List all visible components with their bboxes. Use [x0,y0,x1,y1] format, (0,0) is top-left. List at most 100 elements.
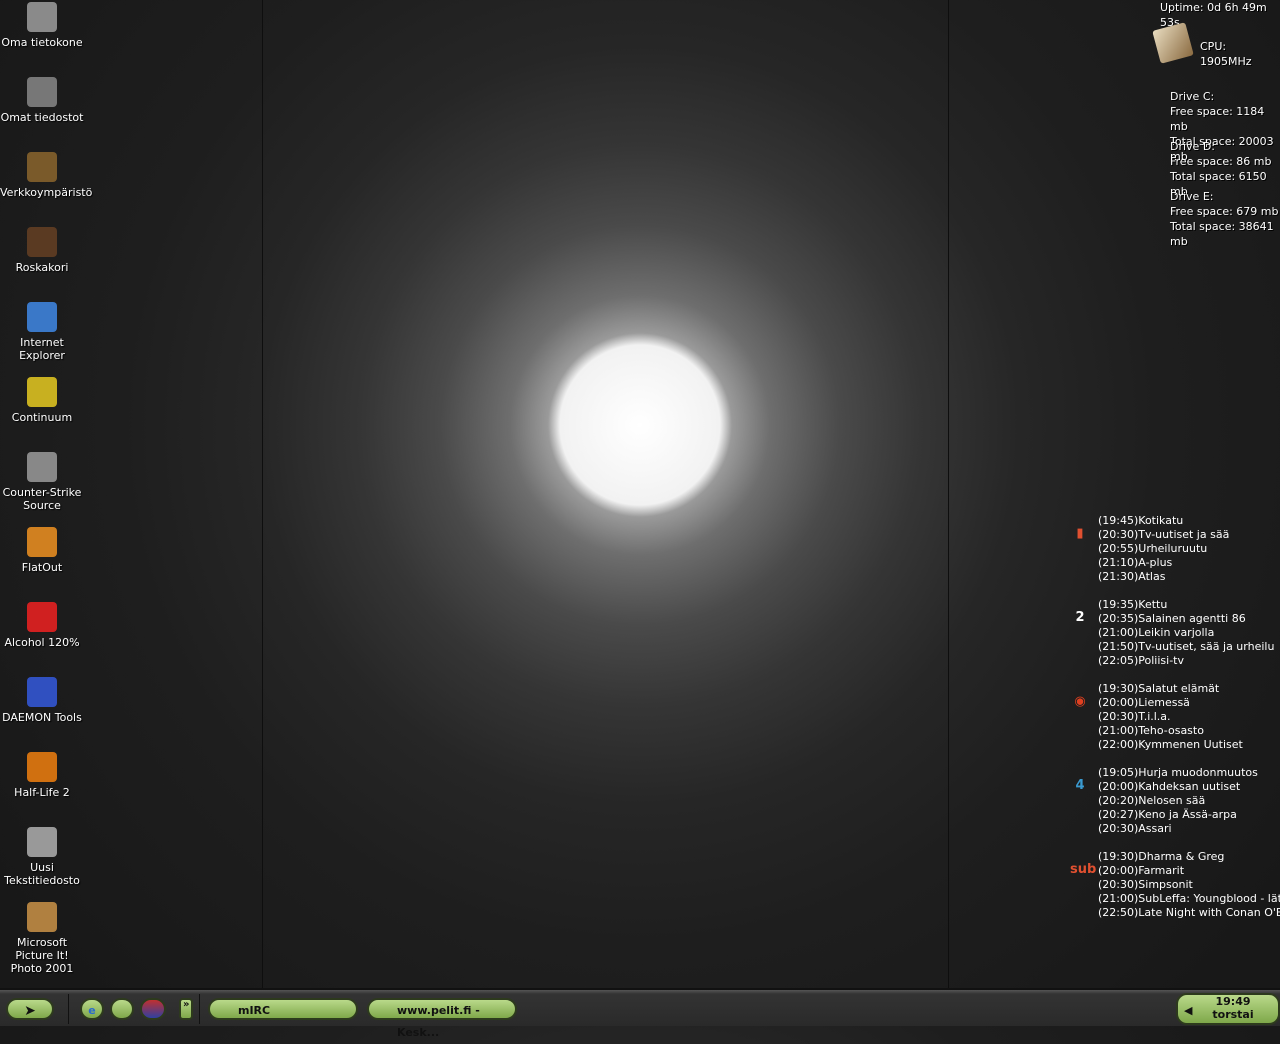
drive-name: Drive C: [1170,90,1215,103]
app-icon [27,302,57,332]
icon-label: DAEMON Tools [2,711,82,724]
show-entry: (19:05)Hurja muodonmuutos [1098,766,1258,779]
app-icon [27,827,57,857]
icon-label: Omat tiedostot [0,111,84,124]
desktop-icon-alcohol-120-[interactable]: Alcohol 120% [0,602,84,649]
desktop-icon-oma-tietokone[interactable]: Oma tietokone [0,2,84,49]
icon-label: Alcohol 120% [4,636,80,649]
desktop-icon-verkkoymp-rist-[interactable]: Verkkoympäristö [0,152,93,199]
clock-day: torstai [1212,1008,1254,1021]
show-entry: (20:27)Keno ja Ässä-arpa [1098,808,1237,821]
app-icon [27,452,57,482]
desktop-icon-half-life-2[interactable]: Half-Life 2 [0,752,84,799]
desktop-icon-continuum[interactable]: Continuum [0,377,84,424]
show-entry: (21:50)Tv-uutiset, sää ja urheilu [1098,640,1275,653]
show-entry: (20:30)Assari [1098,822,1172,835]
desktop-icon-counter-strike-source[interactable]: Counter-Strike Source [0,452,84,512]
show-entry: (20:00)Farmarit [1098,864,1185,877]
divider [199,994,200,1024]
drive-name: Drive D: [1170,140,1215,153]
app-icon [27,527,57,557]
app-icon [27,77,57,107]
drive-free: Free space: 1184 mb [1170,105,1265,133]
channel-logo-icon: ◉ [1074,694,1086,709]
quicklaunch-mirc[interactable] [140,998,166,1020]
desktop-icon-microsoft-picture-it-photo-2001[interactable]: Microsoft Picture It! Photo 2001 [0,902,84,975]
clock-time: 19:49 [1215,995,1251,1008]
channel-schedule: (19:05)Hurja muodonmuutos (20:00)Kahdeksa… [1098,766,1258,836]
desktop-icon-omat-tiedostot[interactable]: Omat tiedostot [0,77,84,124]
show-entry: (20:20)Nelosen sää [1098,794,1206,807]
drive-info: Drive E: Free space: 679 mb Total space: 3… [1170,189,1280,249]
show-entry: (20:30)T.i.l.a. [1098,710,1171,723]
channel-logo-icon: 4 [1075,778,1085,793]
show-entry: (20:35)Salainen agentti 86 [1098,612,1246,625]
app-icon [27,752,57,782]
icon-label: Oma tietokone [1,36,83,49]
app-icon [27,602,57,632]
drive-free: Free space: 679 mb [1170,205,1279,218]
show-entry: (20:55)Urheiluruutu [1098,542,1208,555]
icon-label: FlatOut [21,561,63,574]
show-entry: (19:30)Salatut elämät [1098,682,1220,695]
cpu-speed: CPU: 1905MHz [1200,40,1252,68]
desktop-icon-uusi-tekstitiedosto[interactable]: Uusi Tekstitiedosto [0,827,84,887]
quicklaunch-expand[interactable]: » [179,998,193,1020]
start-button[interactable]: ➤ [6,998,54,1020]
icon-label: Microsoft Picture It! Photo 2001 [10,936,74,975]
channel-schedule: (19:30)Dharma & Greg (20:00)Farmarit (20:3… [1098,850,1280,920]
arrow-icon: ➤ [24,1003,36,1019]
show-entry: (22:00)Kymmenen Uutiset [1098,738,1243,751]
app-icon [27,677,57,707]
channel-logo-icon: sub [1070,862,1097,877]
app-icon [27,152,57,182]
show-entry: (20:30)Simpsonit [1098,878,1193,891]
icon-label: Verkkoympäristö [0,186,93,199]
task-mirc[interactable]: mIRC [208,998,358,1020]
show-entry: (22:50)Late Night with Conan O'Brien [1098,906,1280,919]
clock[interactable]: ◀ 19:49 torstai [1176,993,1280,1025]
desktop-icon-flatout[interactable]: FlatOut [0,527,84,574]
desktop-icon-roskakori[interactable]: Roskakori [0,227,84,274]
show-entry: (19:35)Kettu [1098,598,1168,611]
show-entry: (19:45)Kotikatu [1098,514,1184,527]
task-label: www.pelit.fi - Kesk... [397,1004,480,1039]
desktop-icon-daemon-tools[interactable]: DAEMON Tools [0,677,84,724]
task-browser[interactable]: www.pelit.fi - Kesk... [367,998,517,1039]
channel-logo-icon: ▮ [1076,526,1084,541]
app-icon [27,902,57,932]
show-entry: (21:00)Leikin varjolla [1098,626,1215,639]
icon-label: Internet Explorer [19,336,65,362]
show-entry: (21:10)A-plus [1098,556,1173,569]
show-entry: (19:30)Dharma & Greg [1098,850,1225,863]
channel-schedule: (19:35)Kettu (20:35)Salainen agentti 86 (2… [1098,598,1274,668]
show-entry: (20:00)Kahdeksan uutiset [1098,780,1241,793]
collapse-arrow-icon[interactable]: ◀ [1184,1004,1192,1017]
show-entry: (21:00)SubLeffa: Youngblood - lätkä v [1098,892,1280,905]
wallpaper-seam [948,0,949,988]
divider [68,994,69,1024]
channel-schedule: (19:45)Kotikatu (20:30)Tv-uutiset ja sää(… [1098,514,1229,584]
taskbar: ➤ e » mIRC www.pelit.fi - Kesk... ◀ 19:4… [0,988,1280,1039]
icon-label: Roskakori [15,261,69,274]
channel-logo-icon: 2 [1075,610,1085,625]
wallpaper-seam [262,0,263,988]
task-label: mIRC [238,1004,271,1017]
show-entry: (21:30)Atlas [1098,570,1166,583]
icon-label: Counter-Strike Source [2,486,82,512]
show-entry: (22:05)Poliisi-tv [1098,654,1185,667]
show-entry: (21:00)Teho-osasto [1098,724,1204,737]
drive-name: Drive E: [1170,190,1214,203]
ie-icon: e [88,1004,96,1017]
quicklaunch-show-desktop[interactable] [110,998,134,1020]
show-entry: (20:30)Tv-uutiset ja sää [1098,528,1230,541]
icon-label: Uusi Tekstitiedosto [4,861,80,887]
quicklaunch-ie[interactable]: e [80,998,104,1020]
app-icon [27,2,57,32]
icon-label: Continuum [11,411,73,424]
icon-label: Half-Life 2 [14,786,70,799]
desktop-icon-internet-explorer[interactable]: Internet Explorer [0,302,84,362]
channel-schedule: (19:30)Salatut elämät (20:00)Liemessä (20:… [1098,682,1243,752]
drive-free: Free space: 86 mb [1170,155,1272,168]
app-icon [27,227,57,257]
